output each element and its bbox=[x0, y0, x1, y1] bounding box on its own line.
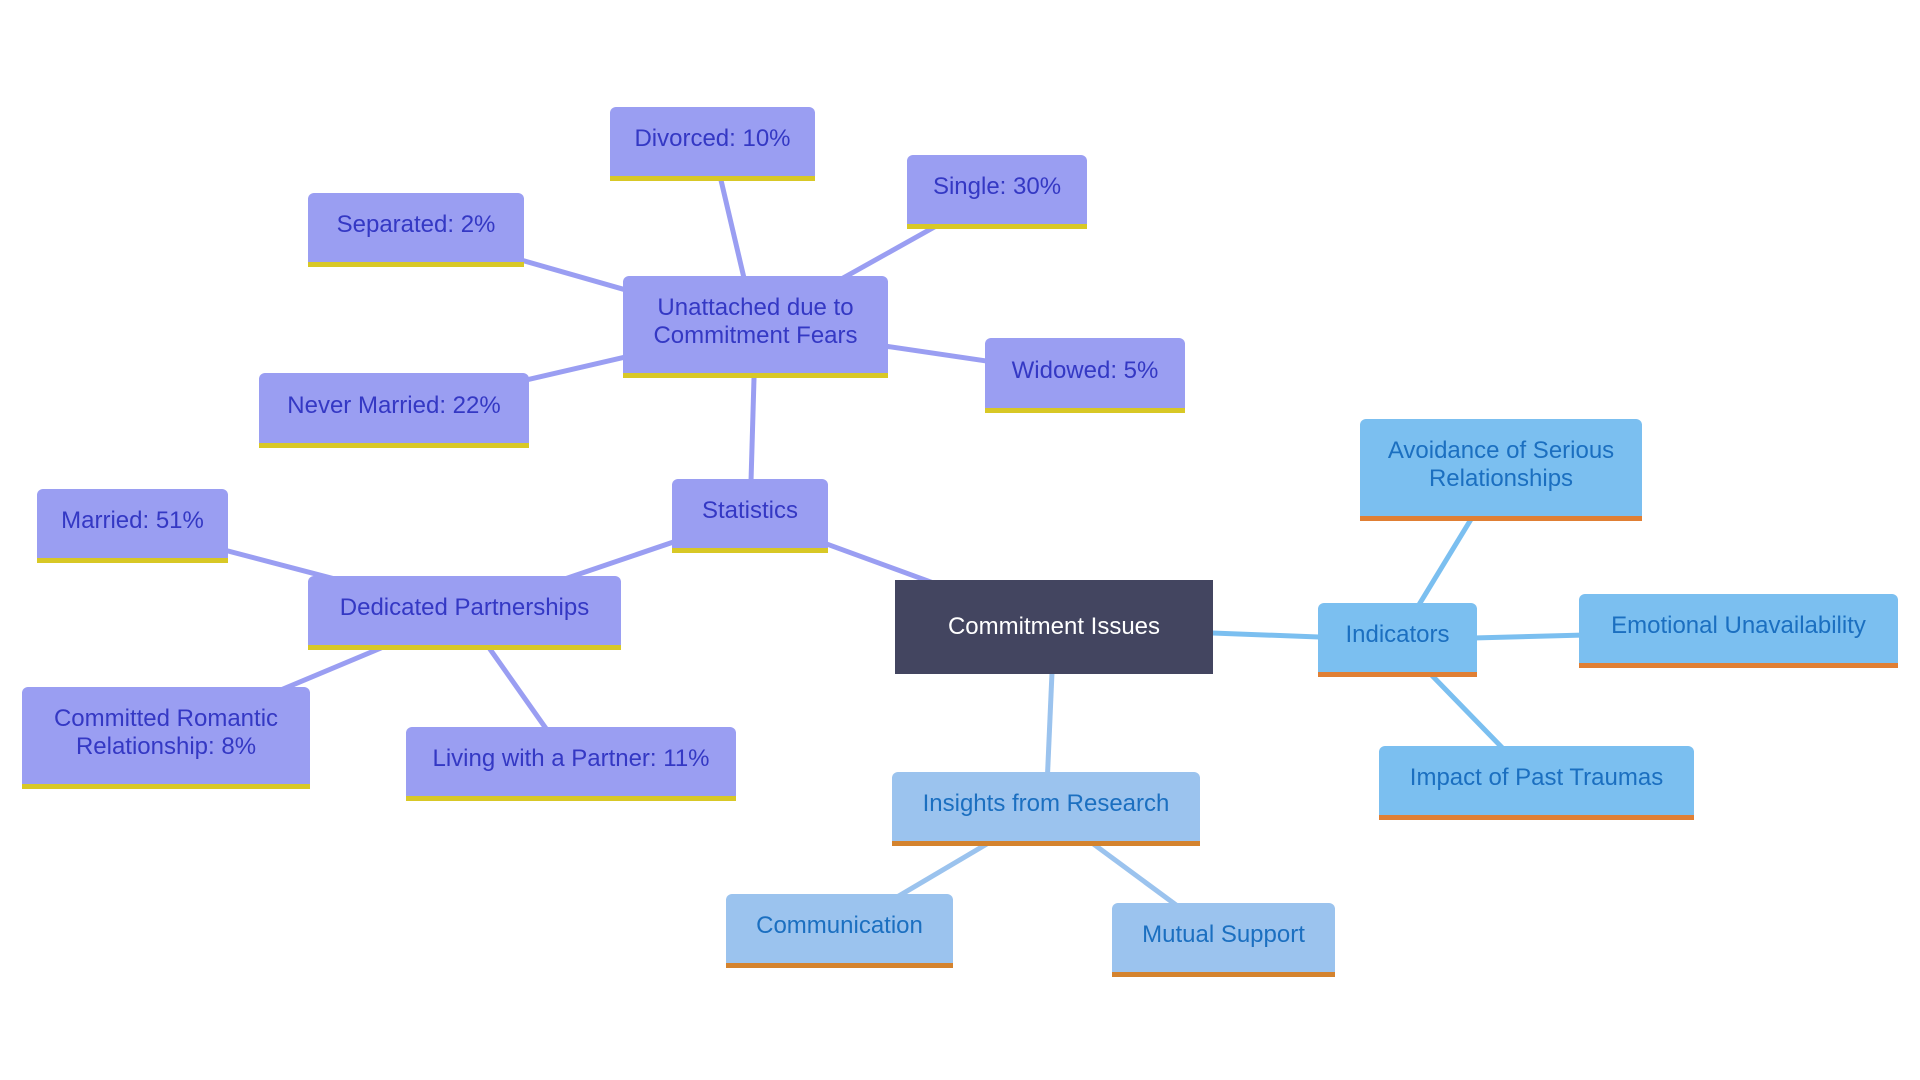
node-dedicated-partnerships[interactable]: Dedicated Partnerships bbox=[308, 576, 621, 650]
node-married[interactable]: Married: 51% bbox=[37, 489, 228, 563]
node-widowed[interactable]: Widowed: 5% bbox=[985, 338, 1185, 413]
node-unattached[interactable]: Unattached due to Commitment Fears bbox=[623, 276, 888, 378]
node-single[interactable]: Single: 30% bbox=[907, 155, 1087, 229]
node-never-married[interactable]: Never Married: 22% bbox=[259, 373, 529, 448]
node-commitment-issues[interactable]: Commitment Issues bbox=[895, 580, 1213, 674]
node-committed-romantic[interactable]: Committed Romantic Relationship: 8% bbox=[22, 687, 310, 789]
node-insights-research[interactable]: Insights from Research bbox=[892, 772, 1200, 846]
node-emotional-unavailability[interactable]: Emotional Unavailability bbox=[1579, 594, 1898, 668]
node-divorced[interactable]: Divorced: 10% bbox=[610, 107, 815, 181]
node-living-with-partner[interactable]: Living with a Partner: 11% bbox=[406, 727, 736, 801]
node-separated[interactable]: Separated: 2% bbox=[308, 193, 524, 267]
node-statistics[interactable]: Statistics bbox=[672, 479, 828, 553]
node-mutual-support[interactable]: Mutual Support bbox=[1112, 903, 1335, 977]
node-indicators[interactable]: Indicators bbox=[1318, 603, 1477, 677]
node-communication[interactable]: Communication bbox=[726, 894, 953, 968]
node-past-traumas[interactable]: Impact of Past Traumas bbox=[1379, 746, 1694, 820]
node-avoidance[interactable]: Avoidance of Serious Relationships bbox=[1360, 419, 1642, 521]
